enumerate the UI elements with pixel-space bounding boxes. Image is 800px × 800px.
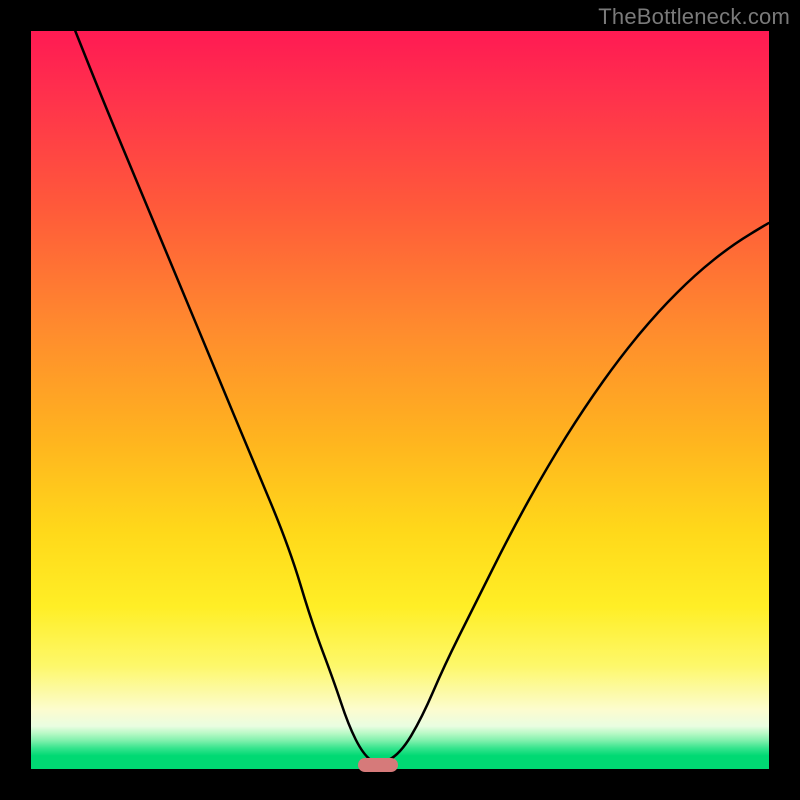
bottleneck-curve [31,31,769,769]
optimum-marker [358,758,398,772]
chart-frame: TheBottleneck.com [0,0,800,800]
watermark-text: TheBottleneck.com [598,4,790,30]
plot-area [31,31,769,769]
